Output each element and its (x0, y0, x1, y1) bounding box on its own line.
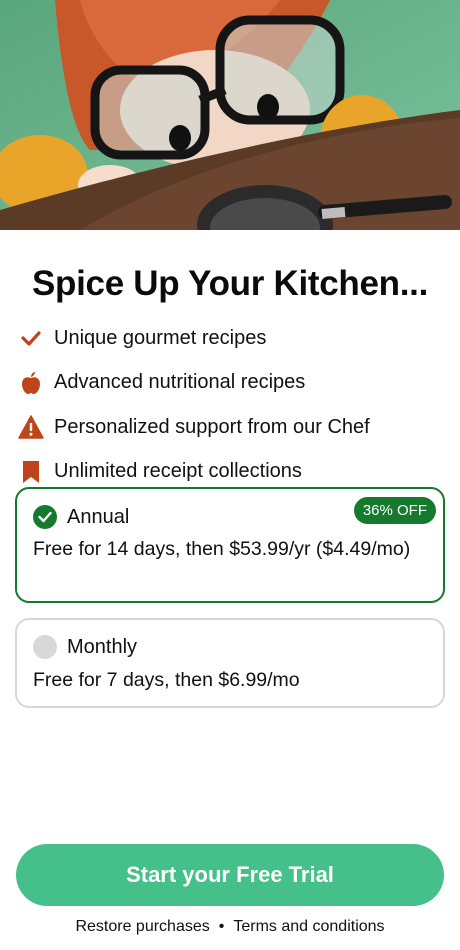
plan-name: Annual (67, 505, 130, 528)
plan-option-annual[interactable]: Annual Free for 14 days, then $53.99/yr … (15, 487, 445, 603)
radio-selected-icon[interactable] (33, 505, 57, 529)
warning-icon (18, 414, 44, 440)
radio-unselected-icon[interactable] (33, 635, 57, 659)
start-free-trial-button[interactable]: Start your Free Trial (16, 844, 444, 906)
plan-option-monthly[interactable]: Monthly Free for 7 days, then $6.99/mo (15, 618, 445, 708)
footer-separator: • (218, 918, 225, 935)
plan-description: Free for 14 days, then $53.99/yr ($4.49/… (33, 538, 411, 560)
checkmark-icon (18, 325, 44, 351)
discount-badge: 36% OFF (353, 497, 436, 524)
plan-header: Annual (33, 505, 129, 529)
feature-item: Advanced nutritional recipes (18, 361, 448, 406)
plan-name: Monthly (67, 635, 138, 658)
hero-illustration (0, 0, 460, 230)
page-title: Spice Up Your Kitchen... (31, 264, 429, 303)
plan-description: Free for 7 days, then $6.99/mo (33, 669, 300, 691)
terms-link[interactable]: Terms and conditions (233, 918, 384, 936)
hero-image (0, 0, 460, 230)
feature-list: Unique gourmet recipes Advanced nutritio… (18, 316, 448, 494)
plan-header: Monthly (33, 635, 137, 659)
bookmark-icon (18, 459, 44, 485)
apple-icon (18, 370, 44, 396)
feature-label: Unlimited receipt collections (54, 460, 302, 483)
feature-item: Personalized support from our Chef (18, 405, 448, 450)
restore-purchases-link[interactable]: Restore purchases (75, 918, 209, 936)
feature-label: Personalized support from our Chef (54, 415, 370, 438)
feature-label: Unique gourmet recipes (54, 326, 267, 349)
footer-links: Restore purchases • Terms and conditions (0, 918, 460, 936)
feature-label: Advanced nutritional recipes (54, 371, 306, 394)
feature-item: Unique gourmet recipes (18, 316, 448, 361)
